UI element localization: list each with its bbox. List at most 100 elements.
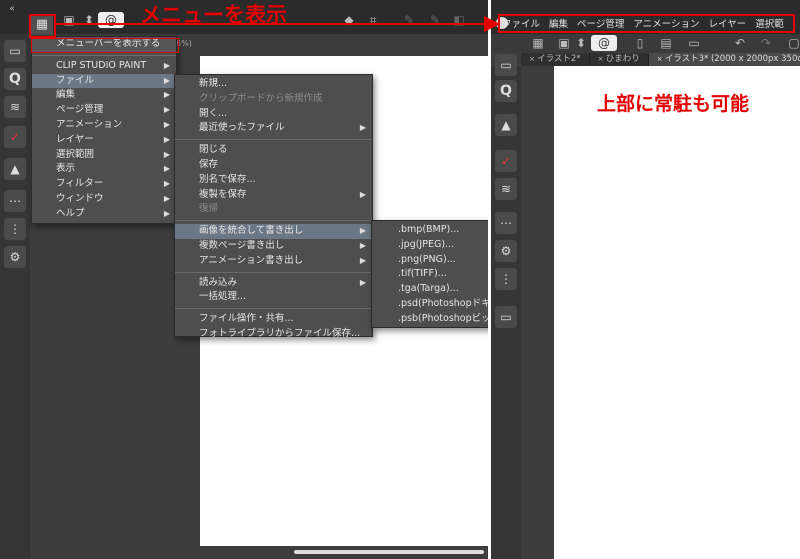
- chevron-right-icon: ▶: [163, 75, 170, 85]
- spiral-icon[interactable]: @: [98, 12, 124, 28]
- tab-label: イラスト3* (2000 x 2000px 350dpi 1: [664, 54, 800, 64]
- vector-tool-icon[interactable]: ⋯: [495, 212, 517, 234]
- menu-item[interactable]: アニメーション ▶: [32, 118, 176, 133]
- pencil-tool-icon[interactable]: ▲: [4, 158, 26, 180]
- menu-item[interactable]: 新規...: [175, 77, 372, 92]
- canvas-icon[interactable]: ▣: [555, 35, 573, 51]
- menu-item-label: 画像を統合して書き出し: [199, 225, 304, 237]
- redo-icon[interactable]: ↷: [757, 35, 775, 51]
- stepper-icon[interactable]: ⬍: [575, 35, 587, 51]
- chevron-right-icon: ▶: [163, 149, 170, 159]
- menu-item[interactable]: 別名で保存...: [175, 173, 372, 188]
- menu-item[interactable]: ページ管理 ▶: [32, 103, 176, 118]
- menu-item-label: アニメーション: [56, 118, 123, 130]
- chevron-right-icon: ▶: [163, 208, 170, 218]
- menu-item[interactable]: フィルター ▶: [32, 177, 176, 192]
- menu-item-label: 読み込み: [199, 276, 238, 288]
- brush-icon[interactable]: ✎: [426, 12, 444, 28]
- spiral-icon[interactable]: @: [591, 35, 617, 51]
- menu-item-label: 復帰: [199, 203, 219, 215]
- right-canvas[interactable]: [554, 66, 800, 559]
- menu-item[interactable]: 表示 ▶: [32, 162, 176, 177]
- move-tool-icon[interactable]: ≋: [4, 96, 26, 118]
- menu-item[interactable]: 画像を統合して書き出し ▶: [175, 224, 372, 239]
- menu-item[interactable]: ファイル ▶: [32, 73, 176, 89]
- pen-tool-icon[interactable]: ✓: [4, 126, 26, 148]
- menu-item[interactable]: アニメーション書き出し ▶: [175, 254, 372, 269]
- collapse-icon[interactable]: «: [3, 1, 21, 17]
- menu-item[interactable]: .tif(TIFF)...: [372, 267, 488, 282]
- menu-item[interactable]: 選択範囲 ▶: [32, 148, 176, 163]
- menu-item[interactable]: フォトライブラリからファイル保存...: [175, 327, 372, 342]
- menu-item[interactable]: .jpg(JPEG)...: [372, 238, 488, 253]
- transform-icon[interactable]: ⌗: [364, 12, 382, 28]
- menu-item-label: 一括処理...: [199, 291, 247, 303]
- clear-icon[interactable]: ▢: [785, 35, 800, 51]
- menu-item[interactable]: CLIP STUDIO PAINT ▶: [32, 59, 176, 74]
- main-menu-list: CLIP STUDIO PAINT ▶ ファイル ▶ 編集 ▶ ページ管理 ▶ アニメーション ▶…: [32, 59, 176, 222]
- menu-item-label: 編集: [56, 89, 76, 101]
- zoom-tool-icon[interactable]: Q: [495, 80, 517, 102]
- document-tab[interactable]: × イラスト3* (2000 x 2000px 350dpi 1: [648, 53, 800, 66]
- left-app-window: « ▣ ⬍ @ ◆ ⌗ ✎ ✎ ◧ ▦ 6%) ▭ Q ≋ ✓ ▲ ⋯ ⋮ ⚙ …: [0, 0, 488, 559]
- select-tool-icon[interactable]: ⚙: [495, 240, 517, 262]
- select-tool-icon[interactable]: ⋮: [4, 218, 26, 240]
- menu-item-label: 閉じる: [199, 144, 228, 156]
- gradient-tool-icon[interactable]: ⋮: [495, 268, 517, 290]
- menu-item[interactable]: .psb(Photoshopビック: [372, 312, 488, 327]
- open-file-icon[interactable]: ▤: [657, 35, 675, 51]
- new-file-icon[interactable]: ▯: [631, 35, 649, 51]
- tab-label: ひまわり: [605, 54, 640, 64]
- move-tool-icon[interactable]: ≋: [495, 178, 517, 200]
- close-icon[interactable]: ×: [598, 55, 606, 63]
- chevron-right-icon: ▶: [163, 90, 170, 100]
- menu-item[interactable]: 最近使ったファイル ▶: [175, 121, 372, 136]
- tab-list: × イラスト2* × ひまわり × イラスト3* (2000 x 2000px 35…: [521, 53, 800, 66]
- menu-item[interactable]: 閉じる: [175, 143, 372, 158]
- pen-icon[interactable]: ✎: [400, 12, 418, 28]
- menu-item-label: 最近使ったファイル: [199, 122, 285, 134]
- menu-item-label: フォトライブラリからファイル保存...: [199, 327, 361, 339]
- pen-tool-icon[interactable]: ✓: [495, 150, 517, 172]
- menu-item[interactable]: ウィンドウ ▶: [32, 192, 176, 207]
- menubar-highlight: [498, 14, 795, 33]
- menu-item-label: 別名で保存...: [199, 173, 256, 185]
- menu-item[interactable]: 一括処理...: [175, 290, 372, 305]
- menu-item[interactable]: 保存: [175, 158, 372, 173]
- menu-item[interactable]: ヘルプ ▶: [32, 207, 176, 222]
- canvas-icon[interactable]: ▣: [60, 12, 78, 28]
- canvas-gutter: [521, 66, 554, 559]
- menu-item[interactable]: 開く...: [175, 107, 372, 122]
- document-tab[interactable]: × ひまわり: [590, 53, 649, 66]
- export-menu-list: .bmp(BMP)... .jpg(JPEG)... .png(PNG)... .ti…: [372, 221, 488, 327]
- menu-item-label: ファイル: [56, 74, 95, 86]
- eraser-icon[interactable]: ◆: [340, 12, 358, 28]
- menu-item[interactable]: 読み込み ▶: [175, 276, 372, 291]
- menu-item[interactable]: 複製を保存 ▶: [175, 188, 372, 203]
- undo-icon[interactable]: ↶: [731, 35, 749, 51]
- menu-item[interactable]: 編集 ▶: [32, 88, 176, 103]
- menu-item[interactable]: .tga(Targa)...: [372, 282, 488, 297]
- document-tab[interactable]: × イラスト2*: [521, 53, 590, 66]
- image-tool-icon[interactable]: ▭: [495, 306, 517, 328]
- menu-grid-icon[interactable]: ▦: [529, 35, 547, 51]
- close-icon[interactable]: ×: [657, 55, 665, 63]
- save-icon[interactable]: ▭: [685, 35, 703, 51]
- fill-icon[interactable]: ◧: [450, 12, 468, 28]
- menu-item-label: ページ管理: [56, 104, 104, 116]
- menu-item[interactable]: ファイル操作・共有...: [175, 312, 372, 327]
- close-icon[interactable]: ×: [529, 55, 537, 63]
- gear-tool-icon[interactable]: ⚙: [4, 246, 26, 268]
- menu-item[interactable]: .bmp(BMP)...: [372, 223, 488, 238]
- menu-item[interactable]: レイヤー ▶: [32, 133, 176, 148]
- stepper-icon[interactable]: ⬍: [82, 12, 96, 28]
- zoom-tool-icon[interactable]: Q: [4, 68, 26, 90]
- menu-item[interactable]: 複数ページ書き出し ▶: [175, 239, 372, 254]
- menu-item-label: .psb(Photoshopビック: [398, 312, 488, 324]
- menu-item[interactable]: .png(PNG)...: [372, 253, 488, 268]
- menu-item[interactable]: .psd(Photoshopドキュ: [372, 297, 488, 312]
- layer-icon[interactable]: ▭: [4, 40, 26, 62]
- vector-tool-icon[interactable]: ⋯: [4, 190, 26, 212]
- export-menu: .bmp(BMP)... .jpg(JPEG)... .png(PNG)... .ti…: [371, 220, 488, 328]
- layer-icon[interactable]: ▭: [495, 54, 517, 76]
